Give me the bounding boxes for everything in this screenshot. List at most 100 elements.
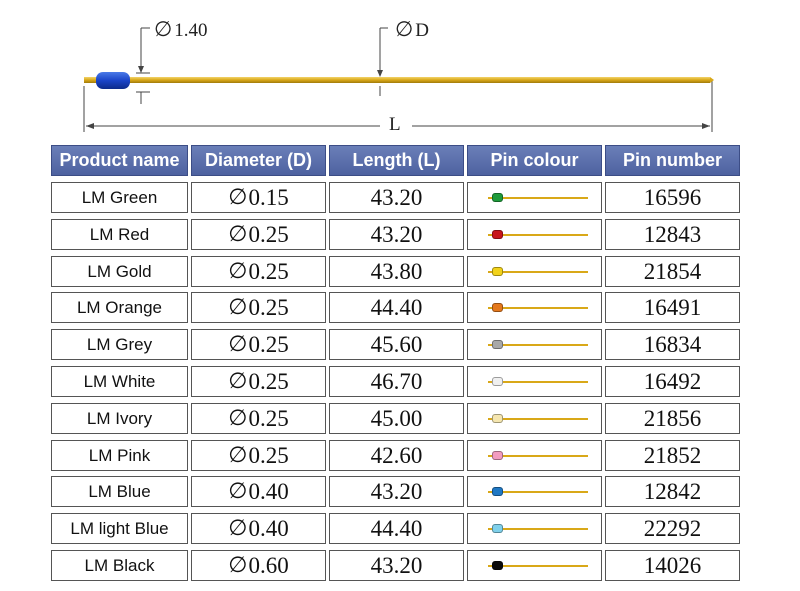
pin-colour-swatch [492, 561, 503, 570]
header-pin-colour: Pin colour [467, 145, 602, 176]
length-cell: 42.60 [329, 440, 464, 471]
diameter-value: 0.25 [248, 294, 289, 320]
pin-number-cell: 21854 [605, 256, 740, 287]
product-name-cell: LM Orange [51, 292, 188, 323]
pin-colour-swatch [492, 340, 503, 349]
pin-colour-swatch [492, 524, 503, 533]
diameter-cell: ∅ 0.15 [191, 182, 326, 213]
diameter-value: 0.40 [248, 515, 289, 541]
length-cell: 45.00 [329, 403, 464, 434]
header-pin-number: Pin number [605, 145, 740, 176]
pin-wire-icon [488, 381, 588, 383]
shaft-diameter-arrow [377, 70, 383, 77]
length-cell: 43.20 [329, 182, 464, 213]
diameter-cell: ∅ 0.25 [191, 440, 326, 471]
product-name-cell: LM White [51, 366, 188, 397]
product-name-cell: LM Grey [51, 329, 188, 360]
pin-wire-icon [488, 455, 588, 457]
pin-colour-cell [467, 513, 602, 544]
diameter-value: 0.40 [248, 478, 289, 504]
length-cell: 45.60 [329, 329, 464, 360]
product-name-cell: LM Green [51, 182, 188, 213]
pin-wire-icon [488, 565, 588, 567]
header-product-name: Product name [51, 145, 188, 176]
diameter-symbol-icon: ∅ [228, 406, 248, 431]
diameter-cell: ∅ 0.40 [191, 476, 326, 507]
pin-wire-icon [488, 271, 588, 273]
diameter-symbol-icon: ∅ [228, 222, 248, 247]
pin-dimension-diagram: ∅ 1.40 ∅ D L [0, 0, 800, 140]
pin-number-cell: 14026 [605, 550, 740, 581]
pin-number-cell: 12843 [605, 219, 740, 250]
pin-number-cell: 16834 [605, 329, 740, 360]
diameter-symbol-icon: ∅ [228, 332, 248, 357]
pin-head [96, 72, 130, 89]
diameter-value: 0.25 [248, 258, 289, 284]
pin-number-cell: 21852 [605, 440, 740, 471]
length-cell: 43.20 [329, 219, 464, 250]
diameter-symbol-icon: ∅ [228, 259, 248, 284]
diameter-cell: ∅ 0.60 [191, 550, 326, 581]
header-length: Length (L) [329, 145, 464, 176]
pin-wire-icon [488, 234, 588, 236]
diameter-cell: ∅ 0.25 [191, 403, 326, 434]
pin-colour-swatch [492, 451, 503, 460]
pin-number-cell: 12842 [605, 476, 740, 507]
diameter-cell: ∅ 0.25 [191, 219, 326, 250]
length-cell: 44.40 [329, 292, 464, 323]
diameter-symbol-icon: ∅ [154, 17, 173, 41]
diameter-symbol-icon: ∅ [228, 479, 248, 504]
pin-shaft [128, 77, 710, 83]
head-diameter-arrow [138, 66, 144, 73]
pin-wire-icon [488, 344, 588, 346]
pin-wire-icon [488, 307, 588, 309]
header-diameter: Diameter (D) [191, 145, 326, 176]
diameter-cell: ∅ 0.40 [191, 513, 326, 544]
pin-number-cell: 16596 [605, 182, 740, 213]
product-name-cell: LM Ivory [51, 403, 188, 434]
pin-colour-cell [467, 329, 602, 360]
pin-wire-icon [488, 197, 588, 199]
diameter-symbol-icon: ∅ [395, 17, 414, 41]
diameter-cell: ∅ 0.25 [191, 256, 326, 287]
pin-number-cell: 22292 [605, 513, 740, 544]
pin-wire-icon [488, 491, 588, 493]
pin-colour-cell [467, 403, 602, 434]
diameter-symbol-icon: ∅ [228, 516, 248, 541]
product-name-cell: LM Black [51, 550, 188, 581]
diameter-value: 0.25 [248, 368, 289, 394]
pin-colour-cell [467, 292, 602, 323]
length-cell: 43.20 [329, 476, 464, 507]
pin-colour-cell [467, 256, 602, 287]
diameter-cell: ∅ 0.25 [191, 292, 326, 323]
diameter-symbol-icon: ∅ [228, 443, 248, 468]
pin-number-cell: 21856 [605, 403, 740, 434]
length-arrow-left [86, 123, 94, 129]
product-name-cell: LM Gold [51, 256, 188, 287]
pin-wire-icon [488, 418, 588, 420]
diameter-value: 0.25 [248, 221, 289, 247]
diameter-cell: ∅ 0.25 [191, 366, 326, 397]
length-cell: 44.40 [329, 513, 464, 544]
product-name-cell: LM Red [51, 219, 188, 250]
length-label: L [389, 114, 401, 135]
pin-colour-swatch [492, 303, 503, 312]
diameter-value: 0.25 [248, 331, 289, 357]
diameter-cell: ∅ 0.25 [191, 329, 326, 360]
pin-colour-swatch [492, 267, 503, 276]
length-cell: 43.20 [329, 550, 464, 581]
pin-colour-swatch [492, 487, 503, 496]
length-cell: 43.80 [329, 256, 464, 287]
shaft-diameter-label: ∅ D [395, 17, 430, 41]
pin-colour-cell [467, 440, 602, 471]
diameter-value: 0.60 [248, 552, 289, 578]
diameter-value: 0.25 [248, 405, 289, 431]
head-diameter-label: ∅ 1.40 [154, 17, 208, 41]
pin-colour-cell [467, 219, 602, 250]
diameter-symbol-icon: ∅ [228, 369, 248, 394]
pin-colour-cell [467, 476, 602, 507]
product-name-cell: LM Pink [51, 440, 188, 471]
product-name-cell: LM Blue [51, 476, 188, 507]
pin-colour-cell [467, 366, 602, 397]
length-arrow-right [702, 123, 710, 129]
